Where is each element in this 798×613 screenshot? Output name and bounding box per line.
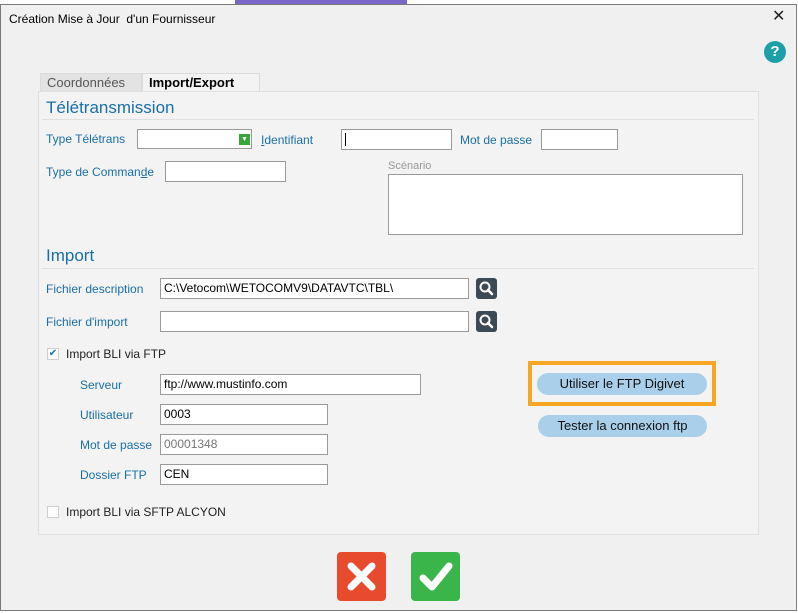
utilisateur-value: 0003 [164, 407, 191, 421]
identifiant-input[interactable] [341, 129, 452, 150]
cancel-button[interactable] [337, 552, 386, 601]
type-teletrans-label: Type Télétrans [46, 132, 126, 146]
fichier-import-input[interactable] [160, 311, 469, 332]
import-section-title: Import [46, 246, 95, 265]
ok-button[interactable] [411, 552, 460, 601]
section-divider [42, 268, 754, 269]
mot-de-passe-label: Mot de passe [460, 133, 533, 147]
ftp-mot-de-passe-label: Mot de passe [80, 438, 153, 452]
window-title: Création Mise à Jour d'un Fournisseur [9, 12, 216, 26]
type-commande-label: Type de Commande [46, 165, 155, 179]
ftp-mot-de-passe-input[interactable]: 00001348 [160, 434, 328, 455]
section-divider [42, 119, 754, 120]
scenario-textarea[interactable] [388, 174, 743, 235]
search-import-button[interactable] [476, 311, 497, 332]
search-description-button[interactable] [476, 278, 497, 299]
fichier-description-label: Fichier description [46, 282, 144, 296]
utilisateur-input[interactable]: 0003 [160, 404, 328, 425]
fichier-import-label: Fichier d'import [46, 315, 128, 329]
utilisateur-label: Utilisateur [80, 408, 134, 422]
scenario-label: Scénario [388, 160, 432, 172]
ftp-digivet-button[interactable]: Utiliser le FTP Digivet [537, 373, 707, 395]
serveur-input[interactable]: ftp://www.mustinfo.com [160, 374, 421, 395]
magnifier-icon [479, 281, 494, 296]
close-icon[interactable]: ✕ [772, 9, 785, 25]
serveur-value: ftp://www.mustinfo.com [164, 377, 288, 391]
dossier-ftp-label: Dossier FTP [80, 468, 147, 482]
test-ftp-button[interactable]: Tester la connexion ftp [538, 415, 707, 437]
teletransmission-section-title: Télétransmission [46, 98, 175, 117]
identifiant-label: Identifiant [261, 133, 314, 147]
fichier-description-input[interactable]: C:\Vetocom\WETOCOMV9\DATAVTC\TBL\ [160, 278, 469, 299]
tab-import-export[interactable]: Import/Export [142, 73, 260, 91]
type-commande-input[interactable] [165, 161, 286, 182]
help-icon[interactable]: ? [764, 41, 786, 63]
bli-ftp-checkbox[interactable]: ✔ [47, 348, 59, 360]
mot-de-passe-input[interactable] [541, 129, 618, 150]
type-teletrans-select[interactable] [137, 129, 252, 149]
dossier-ftp-value: CEN [164, 467, 190, 481]
tab-coordonnees[interactable]: Coordonnées [40, 73, 142, 91]
magnifier-icon [479, 314, 494, 329]
dropdown-arrow-icon[interactable]: ▼ [239, 134, 250, 145]
bli-ftp-label: Import BLI via FTP [66, 347, 167, 361]
checkmark-icon [419, 562, 453, 591]
bli-sftp-checkbox[interactable] [47, 506, 59, 518]
text-cursor [345, 133, 346, 147]
ftp-mot-de-passe-value: 00001348 [164, 437, 218, 451]
serveur-label: Serveur [80, 378, 123, 392]
dossier-ftp-input[interactable]: CEN [160, 464, 328, 485]
x-icon [347, 562, 376, 591]
checkmark-small-icon: ✔ [48, 348, 58, 359]
fichier-description-value: C:\Vetocom\WETOCOMV9\DATAVTC\TBL\ [164, 281, 394, 295]
bli-sftp-label: Import BLI via SFTP ALCYON [66, 505, 226, 519]
